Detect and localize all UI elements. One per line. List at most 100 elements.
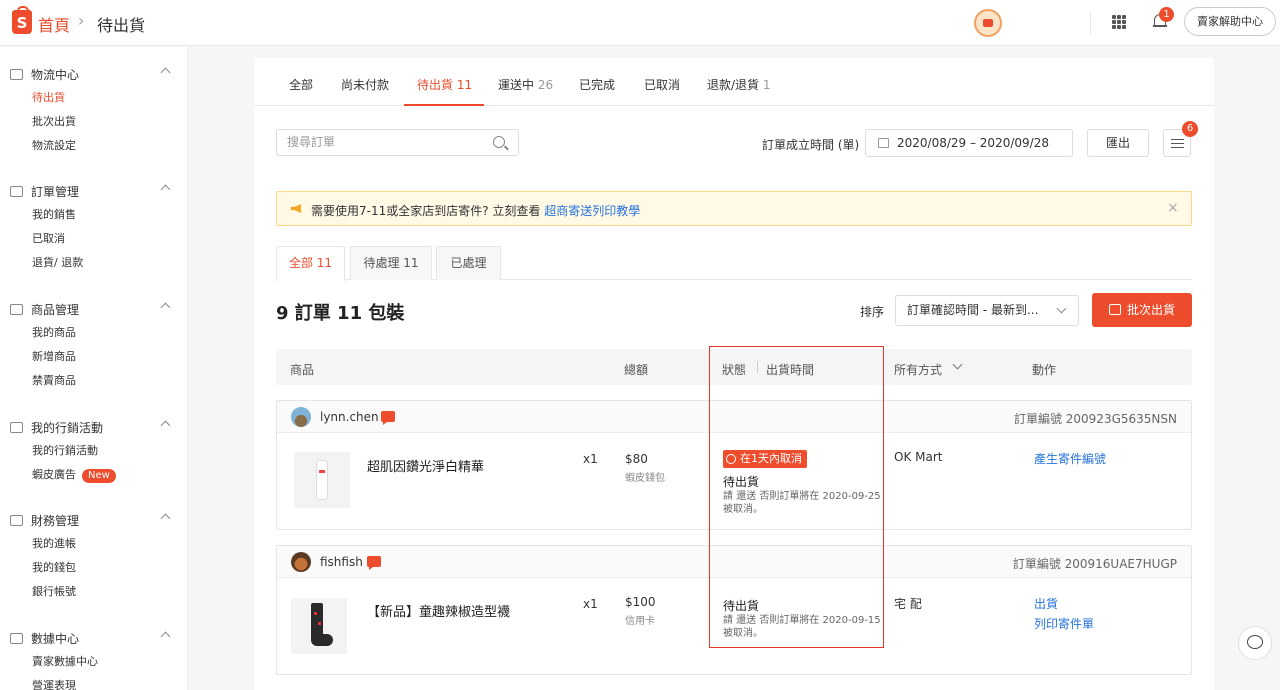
sidebar-item-batch-ship[interactable]: 批次出貨 bbox=[32, 113, 76, 129]
sidebar-group-title: 我的行銷活動 bbox=[31, 420, 104, 435]
sidebar-item-my-marketing[interactable]: 我的行銷活動 bbox=[32, 442, 98, 458]
col-ship-time: 出貨時間 bbox=[766, 363, 815, 377]
sidebar-group-header[interactable]: 訂單管理 bbox=[10, 182, 79, 200]
chat-icon[interactable] bbox=[367, 556, 381, 570]
sidebar-item-add-product[interactable]: 新增商品 bbox=[32, 348, 76, 364]
sidebar-item-my-sales[interactable]: 我的銷售 bbox=[32, 206, 76, 222]
shipping-carrier: 宅 配 bbox=[894, 597, 922, 611]
generate-tracking-link[interactable]: 產生寄件編號 bbox=[1034, 450, 1106, 467]
truck-icon bbox=[10, 68, 23, 80]
notification-badge: 1 bbox=[1159, 7, 1174, 22]
order-card: lynn.chen 訂單編號 200923G5635NSN 超肌因鑽光淨白精華 … bbox=[276, 400, 1192, 530]
avatar[interactable] bbox=[291, 407, 311, 427]
breadcrumb-home[interactable]: 首頁 bbox=[38, 12, 70, 36]
sort-select[interactable]: 訂單確認時間 - 最新到... bbox=[895, 295, 1079, 326]
col-status: 狀態 bbox=[722, 363, 747, 377]
subtab-pending[interactable]: 待處理 11 bbox=[350, 246, 432, 280]
chevron-up-icon[interactable] bbox=[160, 184, 171, 195]
breadcrumb-separator: › bbox=[78, 11, 85, 30]
apps-grid-icon[interactable] bbox=[1112, 15, 1126, 29]
column-divider bbox=[757, 361, 758, 373]
quantity: x1 bbox=[583, 452, 598, 466]
active-tab-underline bbox=[404, 104, 484, 106]
tab-completed[interactable]: 已完成 bbox=[579, 76, 615, 93]
chevron-up-icon[interactable] bbox=[160, 302, 171, 313]
notice-text: 需要使用7-11或全家店到店寄件? 立刻查看 超商寄送列印教學 bbox=[311, 204, 641, 218]
order-header: lynn.chen 訂單編號 200923G5635NSN bbox=[277, 401, 1191, 433]
chat-support-button[interactable] bbox=[1238, 626, 1272, 660]
sidebar-item-my-products[interactable]: 我的商品 bbox=[32, 324, 76, 340]
sidebar-item-to-ship[interactable]: 待出貨 bbox=[32, 89, 65, 105]
sidebar-group-header[interactable]: 物流中心 bbox=[10, 65, 79, 83]
search-input[interactable]: 搜尋訂單 bbox=[276, 129, 519, 156]
chevron-up-icon[interactable] bbox=[160, 513, 171, 524]
payment-method: 信用卡 bbox=[625, 616, 655, 627]
tab-all[interactable]: 全部 bbox=[289, 76, 313, 93]
chevron-up-icon[interactable] bbox=[160, 67, 171, 78]
export-button[interactable]: 匯出 bbox=[1087, 129, 1149, 157]
product-image[interactable] bbox=[294, 452, 350, 508]
tab-to-ship[interactable]: 待出貨 11 bbox=[417, 76, 472, 93]
order-header: fishfish 訂單編號 200916UAE7HUGP bbox=[277, 546, 1191, 578]
box-icon bbox=[10, 303, 23, 315]
order-number: 訂單編號 200923G5635NSN bbox=[1013, 412, 1177, 426]
sidebar-item-my-income[interactable]: 我的進帳 bbox=[32, 535, 76, 551]
notice-link[interactable]: 超商寄送列印教學 bbox=[544, 204, 640, 218]
batch-ship-button[interactable]: 批次出貨 bbox=[1092, 293, 1192, 327]
top-header: S 首頁 › 待出貨 1 賣家解助中心 bbox=[0, 0, 1280, 46]
seller-help-center-button[interactable]: 賣家解助中心 bbox=[1184, 7, 1276, 36]
col-shipping-method[interactable]: 所有方式 bbox=[894, 361, 942, 378]
sidebar-item-bank-account[interactable]: 銀行帳號 bbox=[32, 583, 76, 599]
clock-icon bbox=[726, 454, 736, 464]
mascot-icon[interactable] bbox=[974, 9, 1002, 37]
sidebar-item-performance[interactable]: 營運表現 bbox=[32, 677, 76, 690]
subtab-all[interactable]: 全部 11 bbox=[276, 246, 345, 281]
chat-icon[interactable] bbox=[381, 411, 395, 425]
sidebar-item-my-wallet[interactable]: 我的錢包 bbox=[32, 559, 76, 575]
speaker-icon bbox=[291, 204, 301, 213]
new-badge: New bbox=[82, 469, 116, 483]
tab-unpaid[interactable]: 尚未付款 bbox=[341, 76, 389, 93]
product-name[interactable]: 超肌因鑽光淨白精華 bbox=[367, 456, 484, 475]
close-icon[interactable]: × bbox=[1167, 200, 1179, 216]
product-name[interactable]: 【新品】童趣辣椒造型襪 bbox=[367, 601, 510, 620]
chevron-up-icon[interactable] bbox=[160, 631, 171, 642]
ship-link[interactable]: 出貨 bbox=[1034, 595, 1058, 612]
sidebar-item-cancelled[interactable]: 已取消 bbox=[32, 230, 65, 246]
breadcrumb-current: 待出貨 bbox=[97, 16, 146, 35]
col-product: 商品 bbox=[290, 363, 315, 377]
sidebar-group-header[interactable]: 商品管理 bbox=[10, 300, 79, 318]
date-range-picker[interactable]: 2020/08/29 – 2020/09/28 bbox=[865, 129, 1073, 157]
sidebar-item-returns[interactable]: 退貨/ 退款 bbox=[32, 254, 83, 270]
buyer-name[interactable]: lynn.chen bbox=[320, 410, 379, 424]
sidebar-item-seller-data[interactable]: 賣家數據中心 bbox=[32, 653, 98, 669]
quantity: x1 bbox=[583, 597, 598, 611]
subtab-processed[interactable]: 已處理 bbox=[436, 246, 501, 280]
order-status: 待出貨 bbox=[723, 599, 760, 613]
price: $80 bbox=[625, 452, 648, 466]
product-image[interactable] bbox=[291, 598, 347, 654]
sidebar: 物流中心 待出貨 批次出貨 物流設定 訂單管理 我的銷售 已取消 退貨/ 退款 … bbox=[0, 47, 188, 690]
chevron-up-icon[interactable] bbox=[160, 420, 171, 431]
sidebar-group-header[interactable]: 財務管理 bbox=[10, 511, 79, 529]
tag-icon bbox=[10, 421, 23, 433]
tab-cancelled[interactable]: 已取消 bbox=[644, 76, 680, 93]
sidebar-item-shopee-ads[interactable]: 蝦皮廣告 New bbox=[32, 466, 116, 483]
sidebar-group-header[interactable]: 數據中心 bbox=[10, 629, 79, 647]
sidebar-group-title: 財務管理 bbox=[31, 513, 80, 528]
sidebar-item-logistics-settings[interactable]: 物流設定 bbox=[32, 137, 76, 153]
sidebar-group-title: 物流中心 bbox=[31, 67, 80, 82]
search-icon[interactable] bbox=[493, 136, 505, 148]
print-waybill-link[interactable]: 列印寄件單 bbox=[1034, 615, 1094, 632]
tab-refund[interactable]: 退款/退貨 1 bbox=[707, 76, 771, 93]
shopee-logo-icon[interactable]: S bbox=[12, 6, 32, 34]
header-divider bbox=[1090, 12, 1091, 34]
sidebar-item-banned-products[interactable]: 禁賣商品 bbox=[32, 372, 76, 388]
sidebar-group-header[interactable]: 我的行銷活動 bbox=[10, 418, 103, 436]
chevron-down-icon[interactable] bbox=[952, 359, 963, 370]
buyer-name[interactable]: fishfish bbox=[320, 555, 363, 569]
shipping-carrier: OK Mart bbox=[894, 450, 943, 464]
avatar[interactable] bbox=[291, 552, 311, 572]
wallet-icon bbox=[10, 514, 23, 526]
tab-shipping[interactable]: 運送中 26 bbox=[498, 76, 553, 93]
